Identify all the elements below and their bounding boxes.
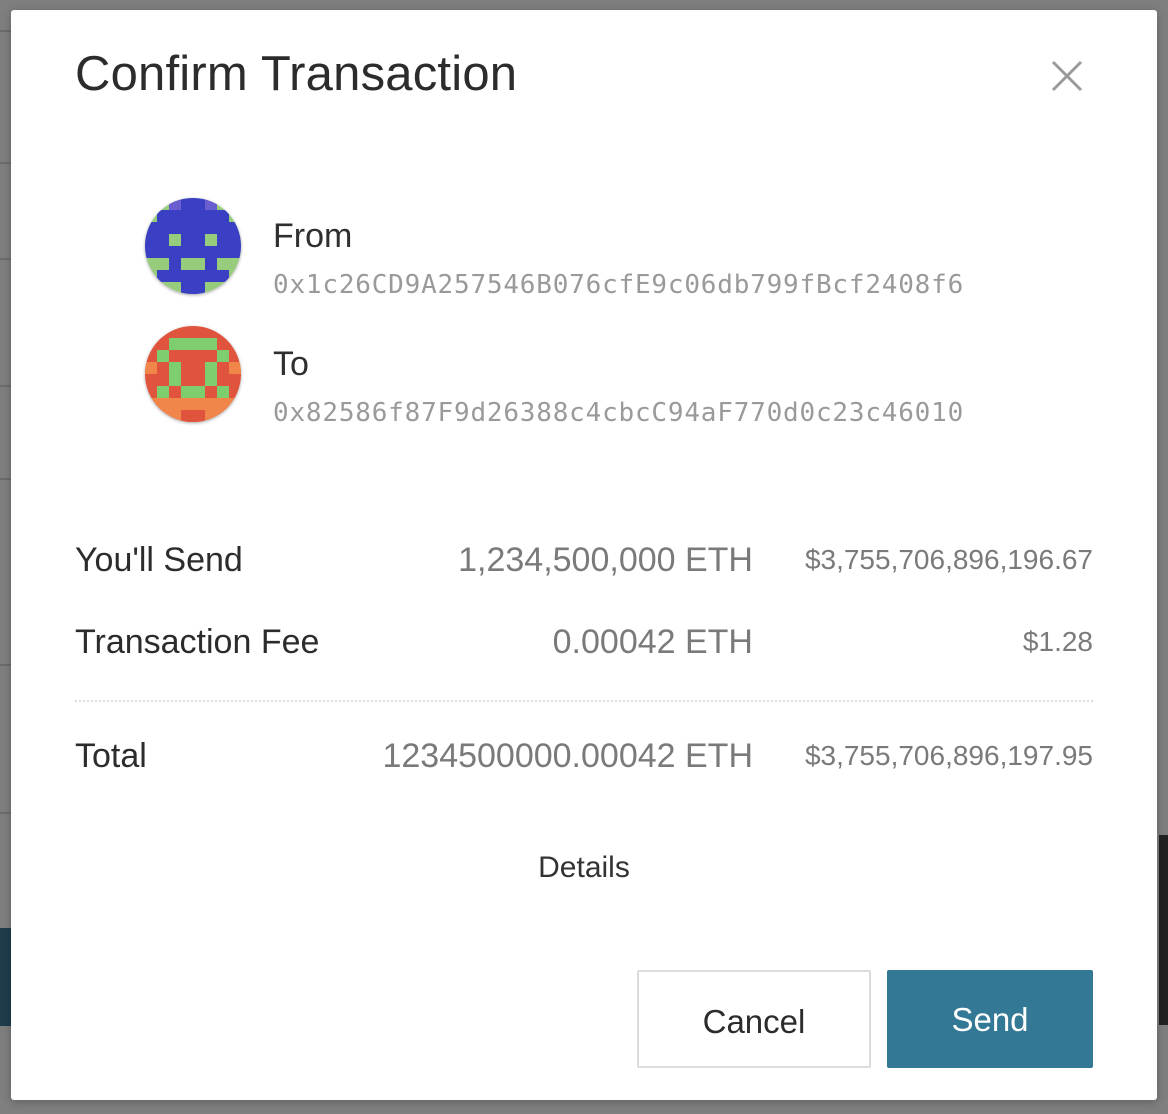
to-identicon	[145, 326, 241, 422]
background-divider	[0, 812, 11, 814]
from-address: 0x1c26CD9A257546B076cfE9c06db799fBcf2408…	[273, 270, 965, 300]
to-address: 0x82586f87F9d26388c4cbcC94aF770d0c23c460…	[273, 398, 965, 428]
from-label: From	[273, 217, 353, 255]
cancel-button[interactable]: Cancel	[637, 970, 871, 1068]
confirm-transaction-modal: Confirm Transaction From 0x1c26CD9A25754…	[11, 10, 1157, 1100]
send-usd-amount: $3,755,706,896,196.67	[804, 544, 1093, 575]
from-identicon	[145, 198, 241, 294]
fee-usd-amount: $1.28	[1022, 626, 1093, 657]
background-divider	[0, 664, 11, 666]
summary-divider	[75, 700, 1093, 702]
transaction-fee-row: Transaction Fee 0.00042 ETH $1.28	[75, 617, 1093, 667]
background-divider	[0, 385, 11, 387]
total-eth-amount: 1234500000.00042 ETH	[382, 737, 753, 775]
close-button[interactable]	[1047, 56, 1087, 96]
send-label: You'll Send	[75, 541, 243, 579]
send-amount-row: You'll Send 1,234,500,000 ETH $3,755,706…	[75, 535, 1093, 585]
details-link[interactable]: Details	[11, 848, 1157, 888]
background-divider	[0, 258, 11, 260]
to-label: To	[273, 345, 309, 383]
to-account: To 0x82586f87F9d26388c4cbcC94aF770d0c23c…	[145, 326, 1045, 428]
background-divider	[0, 30, 11, 32]
background-divider	[0, 162, 11, 164]
from-account: From 0x1c26CD9A257546B076cfE9c06db799fBc…	[145, 198, 1045, 300]
background-panel	[0, 928, 11, 1026]
background-divider	[0, 478, 11, 480]
close-icon	[1051, 60, 1083, 92]
send-button[interactable]: Send	[887, 970, 1093, 1068]
fee-eth-amount: 0.00042 ETH	[552, 623, 753, 661]
total-label: Total	[75, 737, 147, 775]
background-panel	[1159, 835, 1168, 1025]
total-row: Total 1234500000.00042 ETH $3,755,706,89…	[75, 731, 1093, 781]
send-eth-amount: 1,234,500,000 ETH	[458, 541, 753, 579]
fee-label: Transaction Fee	[75, 623, 320, 661]
total-usd-amount: $3,755,706,896,197.95	[804, 740, 1093, 771]
modal-title: Confirm Transaction	[75, 47, 518, 101]
